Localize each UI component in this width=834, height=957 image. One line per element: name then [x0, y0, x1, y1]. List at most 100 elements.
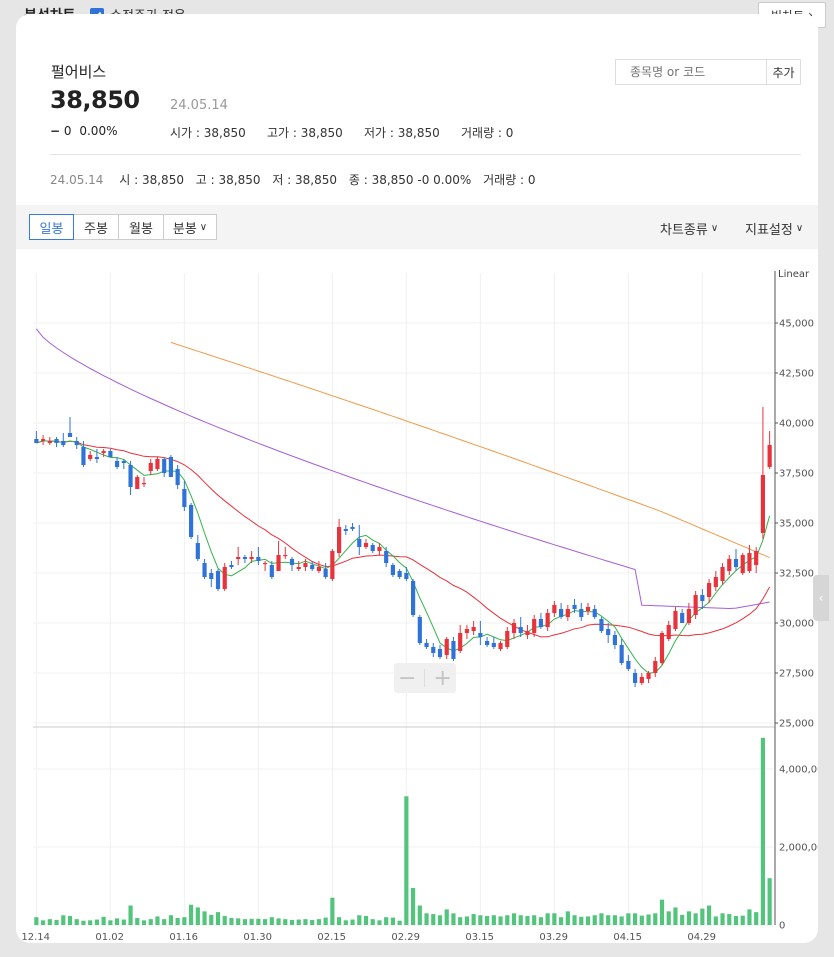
volume-bar: [323, 917, 328, 925]
volume-bar: [585, 916, 591, 925]
candle: [141, 477, 147, 487]
candle: [363, 539, 369, 549]
candle-body: [316, 567, 321, 571]
candle-body: [626, 661, 631, 669]
candle-body: [707, 583, 712, 597]
candle: [47, 437, 52, 445]
volume-bar: [215, 912, 221, 925]
candle-body: [94, 457, 99, 459]
candle-body: [242, 557, 247, 559]
indicator-settings-menu[interactable]: 지표설정 ∨: [745, 219, 803, 238]
candle: [41, 435, 46, 445]
volume-bar: [128, 905, 133, 925]
info-high: 고 : 38,850: [195, 173, 261, 187]
candle-body: [585, 607, 591, 611]
stock-search-input[interactable]: [615, 59, 767, 85]
volume-bar: [370, 919, 375, 925]
price-tick-label: 45,000: [779, 319, 814, 330]
volume-bar: [222, 916, 227, 925]
volume-bar: [417, 905, 422, 925]
tab-daily[interactable]: 일봉: [29, 214, 74, 240]
volume-bar: [478, 915, 483, 925]
volume-bar: [269, 917, 274, 925]
volume-bar: [263, 919, 268, 925]
candle: [115, 457, 120, 469]
candle: [330, 549, 335, 581]
volume-bar: [283, 919, 288, 925]
chart-type-menu[interactable]: 차트종류 ∨: [660, 219, 718, 238]
volume-bar: [182, 917, 187, 925]
candle: [343, 525, 348, 535]
candle: [666, 621, 671, 641]
volume-bar: [209, 914, 214, 925]
candle-body: [639, 677, 644, 683]
volume-bar: [41, 920, 46, 925]
volume-bar: [397, 920, 402, 925]
candle-body: [538, 619, 543, 627]
candle-body: [511, 623, 517, 633]
candle-body: [518, 627, 523, 633]
tab-monthly[interactable]: 월봉: [118, 214, 164, 240]
volume-bar: [337, 917, 342, 925]
candle: [680, 609, 685, 623]
tab-daily-label: 일봉: [39, 221, 64, 237]
volume: 거래량 : 0: [461, 126, 514, 140]
volume-bar: [168, 915, 173, 925]
volume-bar: [101, 916, 106, 925]
price-tick-label: 40,000: [779, 419, 814, 430]
stock-chart[interactable]: Linear 45,000 42,500 40,000 37,500 35,000 32,5…: [16, 249, 818, 943]
candle-body: [444, 639, 449, 655]
tab-minute-label: 분봉: [172, 221, 197, 237]
candle: [357, 525, 362, 555]
candle-body: [424, 643, 429, 647]
candle: [195, 535, 200, 561]
stock-name: 펄어비스: [51, 63, 107, 81]
candle: [599, 617, 604, 633]
volume-bar: [115, 918, 120, 925]
add-stock-button[interactable]: 추가: [766, 59, 801, 85]
candle: [215, 569, 221, 591]
volume-bar: [424, 913, 429, 925]
volume-bar: [47, 919, 52, 925]
chevron-down-icon: ∨: [795, 223, 804, 234]
candle: [411, 579, 416, 617]
candle-body: [296, 567, 301, 569]
candle-body: [747, 553, 752, 571]
candle: [538, 613, 543, 629]
candle: [464, 625, 469, 639]
candle-body: [491, 643, 496, 647]
tab-weekly[interactable]: 주봉: [73, 214, 119, 240]
volume-bar: [707, 905, 712, 925]
candle-body: [659, 633, 665, 663]
volume-bar: [485, 916, 490, 925]
candle: [727, 555, 732, 575]
candle: [189, 503, 194, 539]
volume-bar: [74, 919, 79, 925]
volume-bar: [377, 920, 382, 925]
volume-bar: [451, 913, 456, 925]
zoom-out-icon[interactable]: −: [398, 666, 416, 691]
volume-bar: [666, 911, 671, 925]
candle: [511, 619, 517, 639]
zoom-in-icon[interactable]: +: [434, 666, 452, 691]
candle: [565, 605, 570, 621]
candle: [289, 557, 295, 571]
candle: [168, 455, 173, 477]
candle-body: [74, 441, 79, 445]
open-price: 시가 : 38,850: [170, 126, 246, 140]
chart-area[interactable]: Linear 45,000 42,500 40,000 37,500 35,000 32,5…: [16, 249, 818, 943]
tab-minute[interactable]: 분봉 ∨: [163, 214, 217, 240]
candle-body: [256, 557, 261, 561]
x-tick-label: 03.29: [539, 932, 568, 943]
candle-body: [686, 609, 691, 623]
candle-body: [599, 619, 604, 631]
side-panel-handle[interactable]: ‹: [813, 575, 829, 621]
candle-body: [189, 505, 194, 537]
candle: [61, 433, 66, 447]
volume-bar: [276, 918, 281, 925]
candle-body: [41, 439, 46, 441]
volume-bar: [498, 916, 503, 925]
volume-bar: [740, 915, 745, 925]
candle: [633, 669, 638, 687]
volume-bar: [54, 919, 59, 925]
